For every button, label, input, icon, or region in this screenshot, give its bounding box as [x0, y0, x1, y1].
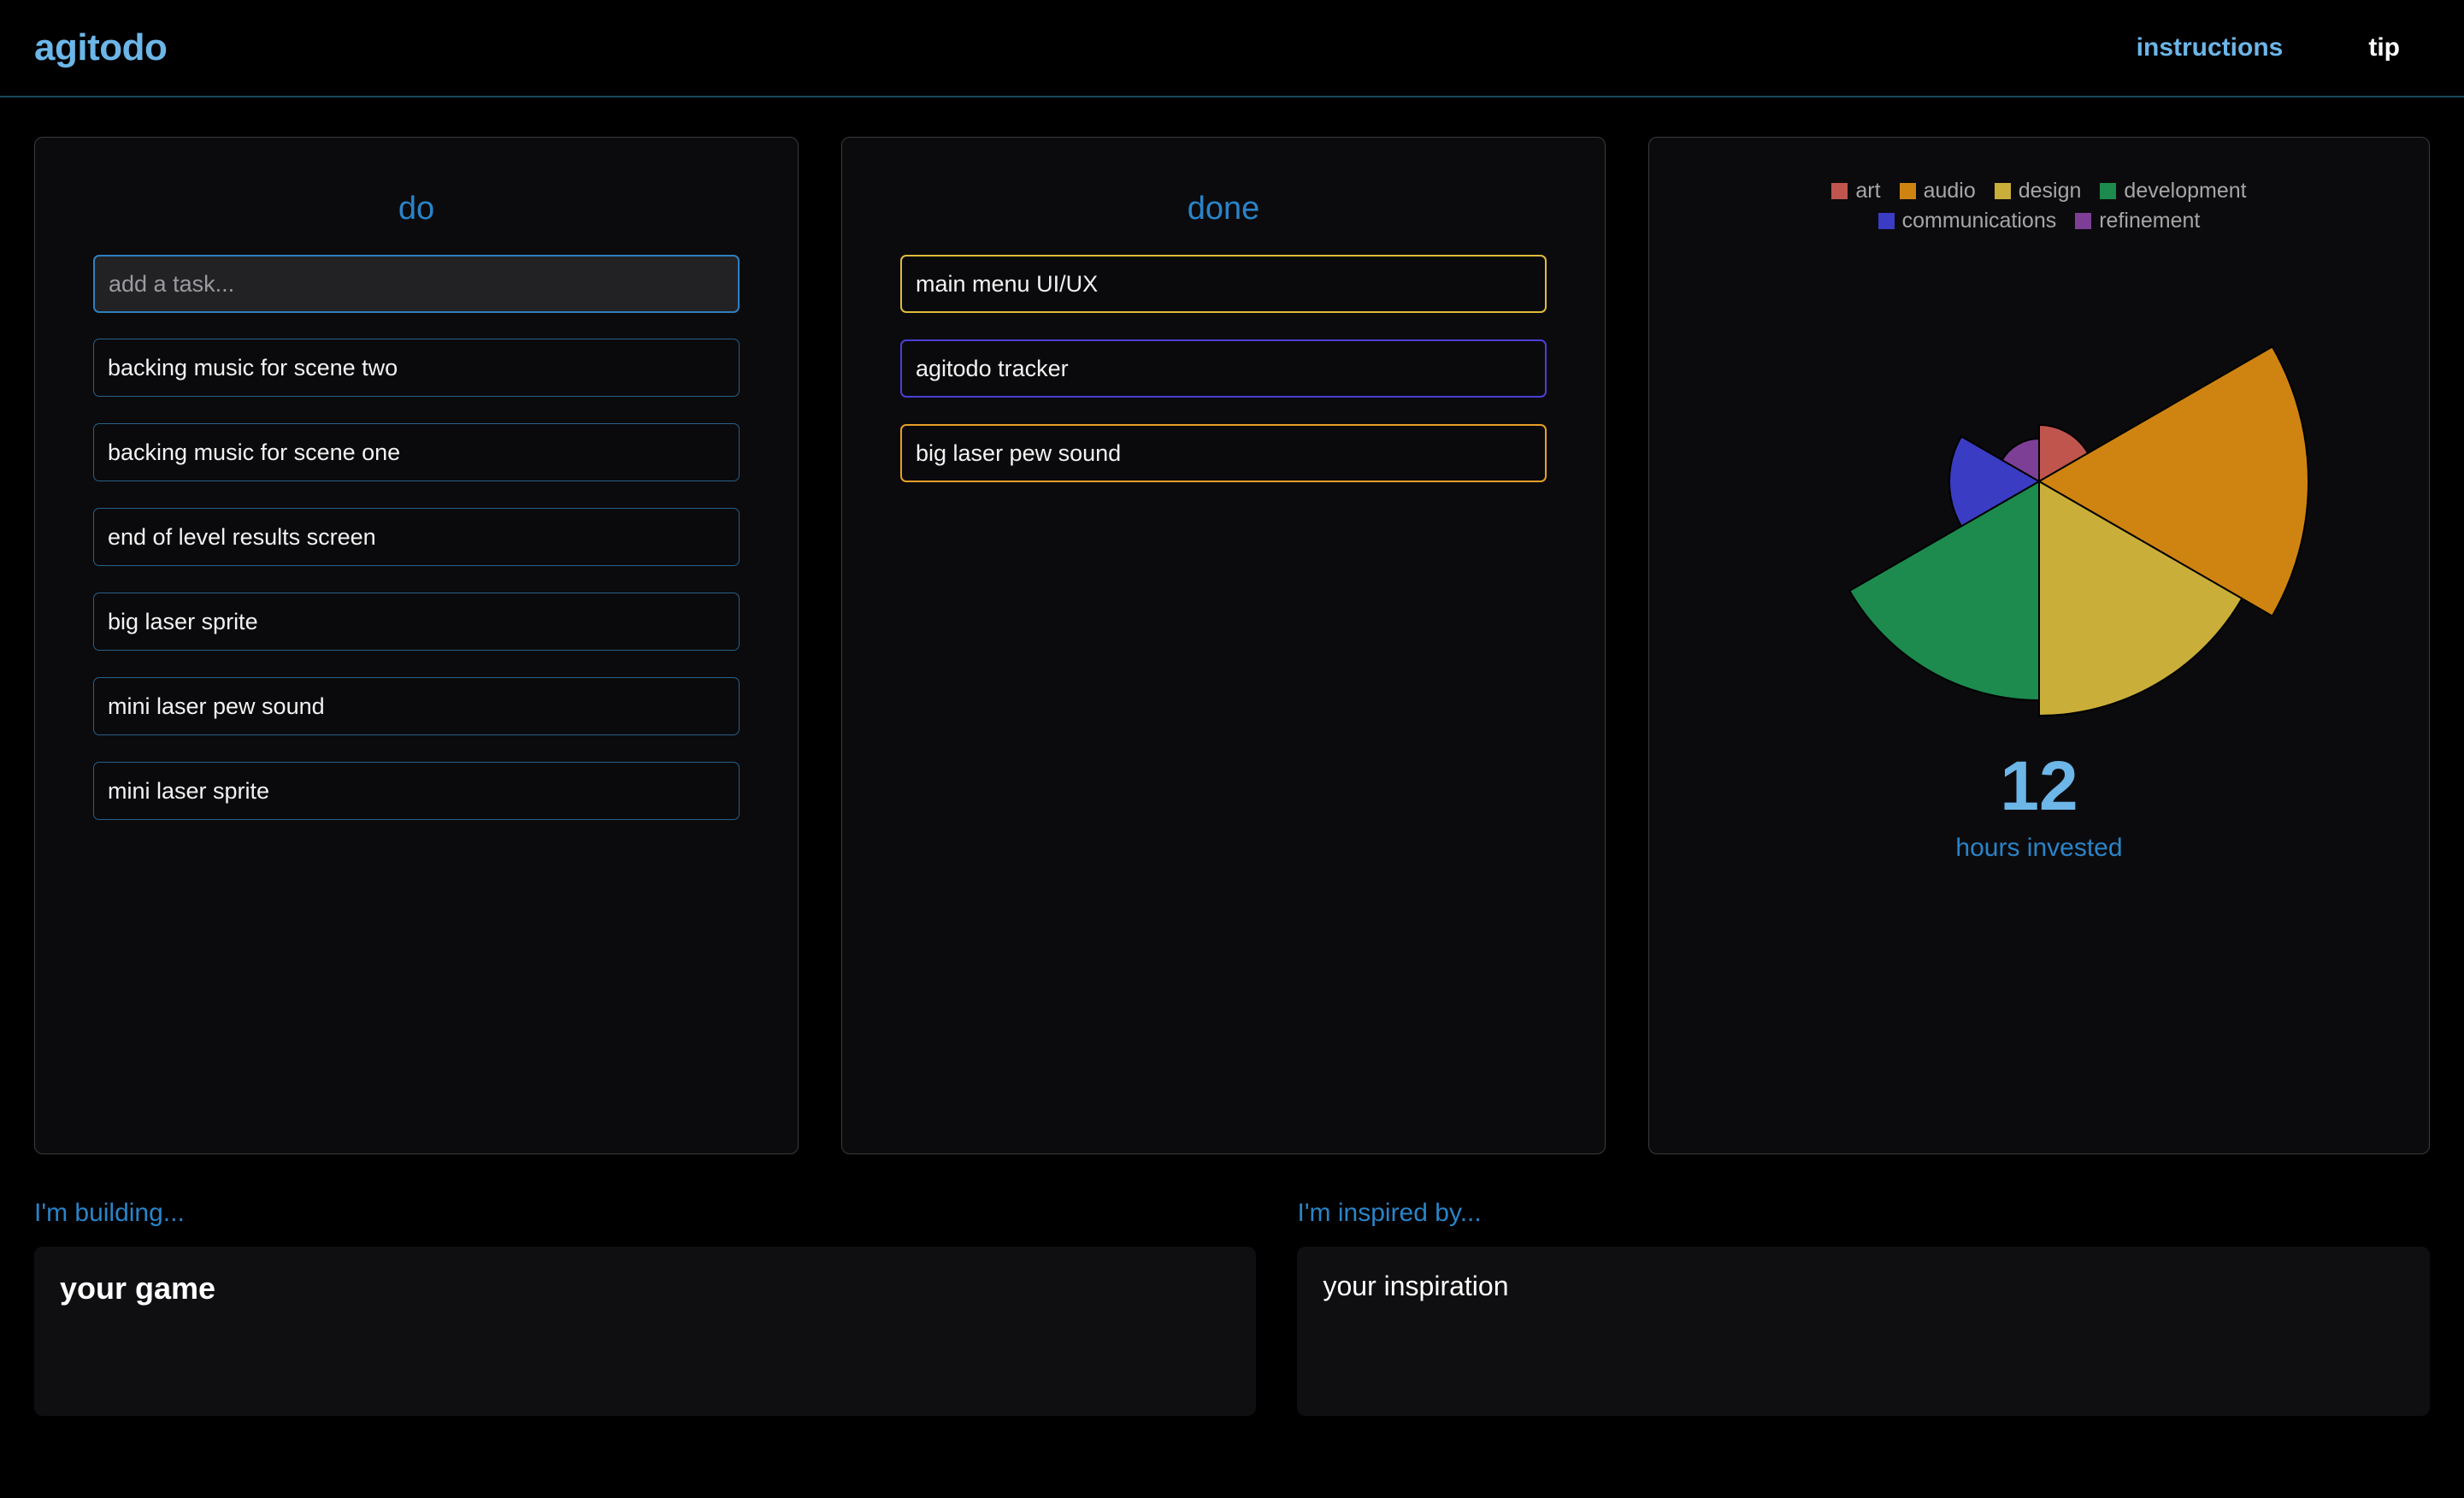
hours-counter-label: hours invested — [1955, 834, 2123, 862]
legend-label: refinement — [2099, 209, 2201, 233]
legend-swatch-icon — [2075, 213, 2092, 229]
legend-swatch-icon — [1831, 183, 1848, 199]
building-field-label: I'm building... — [34, 1199, 185, 1227]
legend-swatch-icon — [1877, 213, 1895, 229]
inspired-field-block: I'm inspired by... your inspiration — [1297, 1199, 2430, 1416]
do-column-title: do — [398, 191, 435, 227]
nav-link-tip[interactable]: tip — [2368, 33, 2400, 62]
done-column-title: done — [1187, 191, 1260, 227]
done-column-panel: done main menu UI/UX agitodo tracker big l… — [841, 137, 1606, 1154]
legend-label: development — [2124, 179, 2247, 203]
do-task-card[interactable]: mini laser pew sound — [93, 677, 740, 735]
do-task-list: backing music for scene two backing music… — [35, 255, 798, 846]
legend-item: communications — [1877, 209, 2057, 233]
rose-slice-development[interactable] — [1848, 480, 2040, 702]
legend-label: audio — [1923, 179, 1976, 203]
legend-label: art — [1855, 179, 1881, 203]
legend-item: design — [1994, 179, 2082, 203]
legend-item: development — [2100, 179, 2247, 203]
board-columns: do backing music for scene twobacking mu… — [0, 97, 2464, 1154]
hours-counter: 12 hours invested — [1649, 752, 2429, 863]
done-task-card[interactable]: agitodo tracker — [900, 339, 1547, 398]
building-field-block: I'm building... your game — [34, 1199, 1257, 1416]
legend-swatch-icon — [1899, 183, 1916, 199]
stats-panel: art audio design development communications r… — [1648, 137, 2430, 1154]
done-task-card[interactable]: big laser pew sound — [900, 424, 1547, 482]
hours-counter-value: 12 — [2000, 747, 2078, 825]
chart-legend: art audio design development communications r… — [1723, 138, 2355, 233]
inspired-field-box[interactable]: your inspiration — [1297, 1247, 2430, 1416]
legend-item: audio — [1899, 179, 1976, 203]
legend-item: art — [1831, 179, 1881, 203]
legend-label: communications — [1901, 209, 2057, 233]
top-header-bar: agitodo instructions tip — [0, 0, 2464, 97]
do-task-card[interactable]: end of level results screen — [93, 508, 740, 566]
do-task-card[interactable]: mini laser sprite — [93, 762, 740, 820]
nav-link-instructions[interactable]: instructions — [2137, 33, 2284, 62]
do-task-items-container: backing music for scene two backing music… — [93, 339, 740, 846]
inspired-field-label: I'm inspired by... — [1297, 1199, 1482, 1227]
legend-swatch-icon — [2100, 183, 2117, 199]
done-task-items-container: main menu UI/UX agitodo tracker big laser … — [900, 255, 1547, 509]
bottom-fields-row: I'm building... your game I'm inspired b… — [0, 1154, 2464, 1416]
do-task-card[interactable]: backing music for scene two — [93, 339, 740, 397]
legend-label: design — [2018, 179, 2082, 203]
building-field-box[interactable]: your game — [34, 1247, 1257, 1416]
legend-swatch-icon — [1994, 183, 2011, 199]
add-task-input[interactable] — [93, 255, 740, 313]
rose-chart — [1848, 345, 2309, 717]
do-task-card[interactable]: backing music for scene one — [93, 423, 740, 481]
legend-item: refinement — [2075, 209, 2200, 233]
do-task-card[interactable]: big laser sprite — [93, 593, 740, 651]
rose-chart-wrapper — [1649, 233, 2429, 746]
do-column-panel: do backing music for scene twobacking mu… — [34, 137, 799, 1154]
done-task-card[interactable]: main menu UI/UX — [900, 255, 1547, 313]
header-nav: instructions tip — [2137, 33, 2430, 62]
app-logo: agitodo — [34, 27, 168, 68]
done-task-list: main menu UI/UX agitodo tracker big laser … — [842, 255, 1605, 509]
